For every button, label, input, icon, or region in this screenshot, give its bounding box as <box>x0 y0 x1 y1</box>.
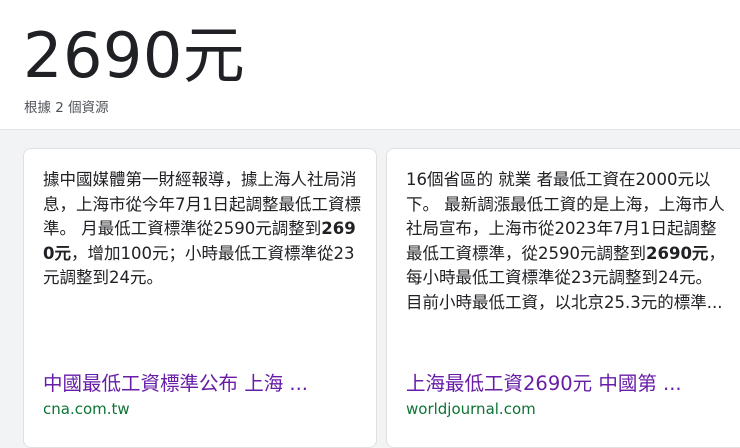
answer-panel: 2690元 根據 2 個資源 <box>0 0 740 130</box>
source-count: 根據 2 個資源 <box>24 100 109 116</box>
source-snippet: 據中國媒體第一財經報導，據上海人社局消息，上海市從今年7月1日起調整最低工資標準… <box>43 168 361 291</box>
source-cards: 據中國媒體第一財經報導，據上海人社局消息，上海市從今年7月1日起調整最低工資標準… <box>23 148 740 448</box>
answer-value: 2690元 <box>23 19 246 92</box>
source-domain: cna.com.tw <box>43 400 130 418</box>
source-card-cna[interactable]: 據中國媒體第一財經報導，據上海人社局消息，上海市從今年7月1日起調整最低工資標準… <box>23 148 377 448</box>
source-snippet: 16個省區的 就業 者最低工資在2000元以下。 最新調漲最低工資的是上海，上海… <box>406 168 728 315</box>
snippet-highlight: 2690元 <box>646 243 709 263</box>
source-title-link[interactable]: 中國最低工資標準公布 上海 ... <box>43 369 361 399</box>
source-card-worldjournal[interactable]: 16個省區的 就業 者最低工資在2000元以下。 最新調漲最低工資的是上海，上海… <box>386 148 740 448</box>
snippet-text-after: ，增加100元；小時最低工資標準從23元調整到24元。 <box>43 243 355 288</box>
snippet-text-before: 據中國媒體第一財經報導，據上海人社局消息，上海市從今年7月1日起調整最低工資標準… <box>43 170 361 238</box>
source-title-link[interactable]: 上海最低工資2690元 中國第 ... <box>406 369 724 399</box>
source-domain: worldjournal.com <box>406 400 536 418</box>
